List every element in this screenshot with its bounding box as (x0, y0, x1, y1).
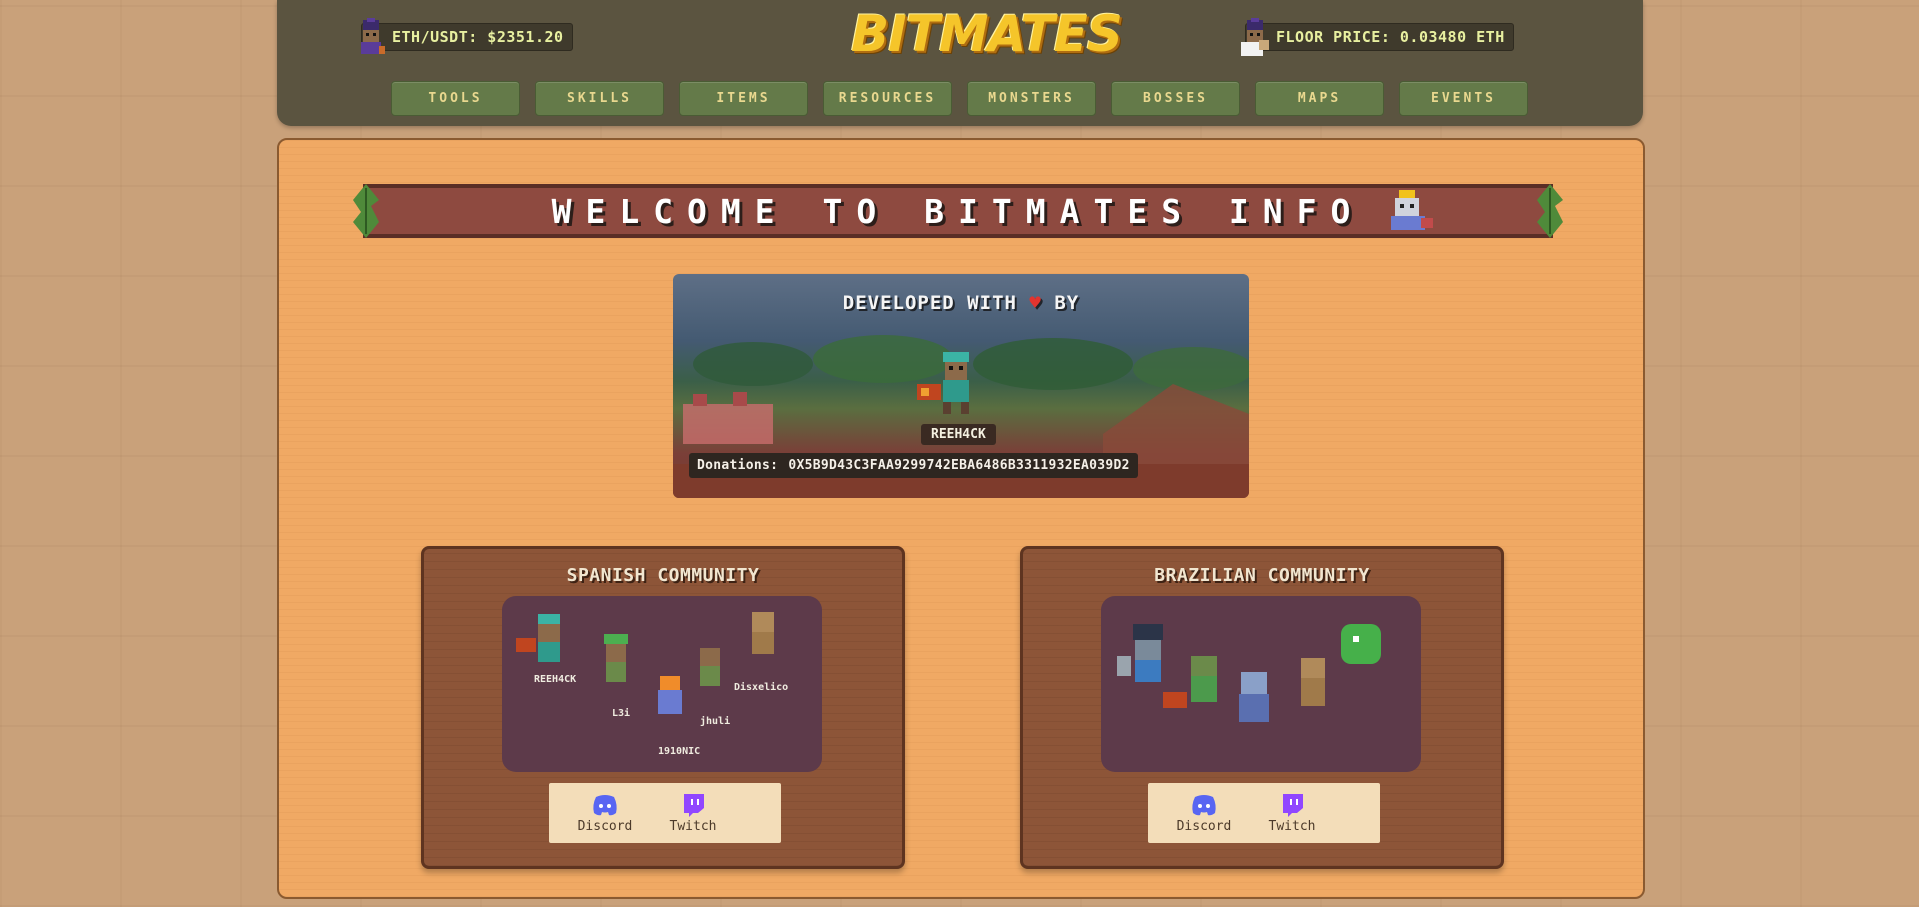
brazilian-community-title: BRAZILIAN COMMUNITY (1154, 565, 1370, 586)
twitch-icon (1283, 793, 1303, 817)
brazilian-community-card: BRAZILIAN COMMUNITY Discord Twitch (1020, 546, 1504, 869)
developed-with-title: DEVELOPED WITH ♥ BY (842, 292, 1080, 314)
developer-name: REEH4CK (921, 424, 996, 445)
brazilian-twitch-link[interactable]: Twitch (1260, 793, 1324, 834)
spanish-community-title: SPANISH COMMUNITY (566, 565, 760, 586)
main-panel: WELCOME TO BITMATES INFO DEVELOPED WITH … (277, 138, 1645, 899)
floor-price-label: FLOOR PRICE: 0.03480 ETH (1245, 23, 1514, 51)
spanish-community-art: REEH4CK L3i jhuli Disxelico 1910NIC (502, 596, 822, 772)
spanish-community-card: SPANISH COMMUNITY REEH4CK L3i jhuli Disx (421, 546, 905, 869)
wizard-monkey-icon (1241, 18, 1269, 56)
character-label: 1910NIC (658, 746, 701, 757)
leaf-decoration-icon (1537, 184, 1563, 238)
character-label: L3i (612, 708, 631, 719)
nav-skills-button[interactable]: SKILLS (535, 81, 664, 116)
developer-card: DEVELOPED WITH ♥ BY REEH4CK Donations: 0… (673, 274, 1249, 498)
heart-icon: ♥ (1029, 292, 1042, 314)
king-monkey-icon (1391, 190, 1433, 230)
brazilian-community-art (1101, 596, 1421, 772)
character-label: Disxelico (734, 682, 789, 693)
discord-icon (593, 794, 617, 815)
community-characters-illustration (1117, 624, 1381, 722)
nav-bosses-button[interactable]: BOSSES (1111, 81, 1240, 116)
twitch-icon (684, 793, 704, 817)
main-nav: TOOLS SKILLS ITEMS RESOURCES MONSTERS BO… (391, 81, 1528, 116)
character-label: REEH4CK (534, 674, 577, 685)
floor-price-widget: FLOOR PRICE: 0.03480 ETH (1241, 18, 1514, 56)
eth-price-label: ETH/USDT: $2351.20 (361, 23, 573, 51)
brazilian-community-links: Discord Twitch (1148, 783, 1380, 843)
nav-events-button[interactable]: EVENTS (1399, 81, 1528, 116)
brazilian-discord-link[interactable]: Discord (1172, 793, 1236, 834)
top-header: ETH/USDT: $2351.20 BITMATES FLOOR PRICE:… (277, 0, 1643, 126)
nav-tools-button[interactable]: TOOLS (391, 81, 520, 116)
discord-icon (1192, 794, 1216, 815)
spanish-discord-link[interactable]: Discord (573, 793, 637, 834)
nav-resources-button[interactable]: RESOURCES (823, 81, 952, 116)
welcome-title: WELCOME TO BITMATES INFO (551, 191, 1365, 231)
welcome-banner: WELCOME TO BITMATES INFO (353, 184, 1563, 238)
developer-avatar (917, 352, 969, 414)
leaf-decoration-icon (353, 184, 379, 238)
spanish-community-links: Discord Twitch (549, 783, 781, 843)
spanish-twitch-link[interactable]: Twitch (661, 793, 725, 834)
eth-price-widget: ETH/USDT: $2351.20 (361, 18, 573, 54)
nav-maps-button[interactable]: MAPS (1255, 81, 1384, 116)
character-label: jhuli (700, 716, 731, 727)
wizard-monkey-icon (361, 18, 385, 54)
nav-monsters-button[interactable]: MONSTERS (967, 81, 1096, 116)
donation-address[interactable]: Donations: 0X5B9D43C3FAA9299742EBA6486B3… (689, 453, 1138, 478)
nav-items-button[interactable]: ITEMS (679, 81, 808, 116)
bitmates-logo[interactable]: BITMATES (851, 6, 1123, 62)
